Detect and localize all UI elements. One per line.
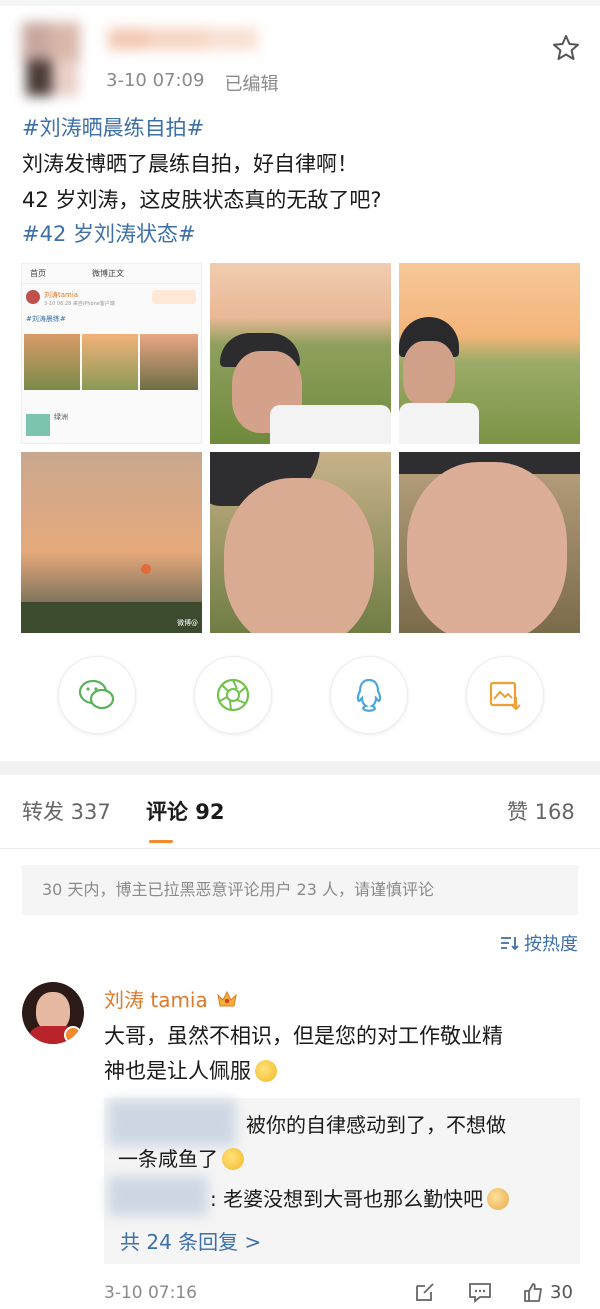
thumb-place: 绿洲: [54, 413, 68, 421]
doge-emoji-icon: [487, 1188, 510, 1210]
thumb-tab: 微博正文: [92, 269, 124, 278]
post-text-line: 42 岁刘涛，这皮肤状态真的无敌了吧?: [22, 188, 382, 212]
star-icon[interactable]: [552, 34, 580, 62]
thumb-tab: 首页: [30, 269, 46, 278]
post-meta: 3-10 07:09 已编辑: [106, 70, 278, 96]
post-image[interactable]: [210, 452, 391, 633]
verified-badge-icon: [64, 1026, 82, 1044]
comment-text-line: 神也是让人佩服: [104, 1059, 251, 1083]
reply-user-blurred: [108, 1100, 236, 1146]
post-image[interactable]: [399, 263, 580, 444]
edit-icon: [416, 1283, 434, 1301]
comment-icon: [469, 1283, 491, 1303]
hashtag-topic[interactable]: #刘涛晒晨练自拍#: [22, 110, 204, 146]
save-image-button[interactable]: [466, 656, 544, 734]
reply-text: : 老婆没想到大哥也那么勤快吧: [210, 1187, 484, 1211]
thumb-user: 刘涛tamia: [44, 291, 79, 299]
sort-button[interactable]: 按热度: [500, 930, 578, 956]
post-time: 3-10 07:09: [106, 70, 205, 91]
author-avatar[interactable]: [22, 22, 80, 100]
wechat-icon: [78, 679, 115, 710]
reply-user-blurred: [108, 1176, 208, 1216]
post-image[interactable]: 微博@: [21, 452, 202, 633]
commenter-avatar[interactable]: [22, 982, 84, 1044]
share-wechat-button[interactable]: [58, 656, 136, 734]
reply-text-row: : 老婆没想到大哥也那么勤快吧: [210, 1183, 510, 1215]
tab-repost[interactable]: 转发 337: [22, 796, 111, 826]
sort-label: 按热度: [524, 934, 578, 955]
commenter-name[interactable]: 刘涛 tamia: [104, 984, 238, 1013]
post-text-line: 刘涛发博晒了晨练自拍，好自律啊！: [22, 152, 358, 176]
comment-notice: 30 天内，博主已拉黑恶意评论用户 23 人，请谨慎评论: [22, 865, 578, 915]
smile-emoji-icon: [255, 1060, 277, 1082]
sort-icon: [501, 937, 519, 951]
crown-badge-icon: [216, 990, 237, 1006]
reply-text: 被你的自律感动到了，不想做: [246, 1113, 506, 1137]
comment-time: 3-10 07:16: [104, 1283, 197, 1303]
tab-like[interactable]: 赞 168: [507, 796, 575, 826]
like-comment-button[interactable]: 30: [522, 1281, 573, 1303]
tab-comment[interactable]: 评论 92: [146, 796, 225, 826]
reply-text-row: 一条咸鱼了: [118, 1143, 244, 1175]
section-divider: [0, 761, 600, 775]
commenter-name-text: 刘涛 tamia: [104, 988, 208, 1012]
edited-label: 已编辑: [224, 74, 279, 95]
divider: [0, 848, 600, 849]
thumb-place-icon: [26, 414, 50, 436]
view-replies-link[interactable]: 共 24 条回复 >: [120, 1226, 261, 1255]
reply-text: 一条咸鱼了: [118, 1147, 218, 1171]
top-edge: [0, 0, 600, 6]
author-name[interactable]: [108, 24, 258, 56]
qq-icon: [356, 678, 382, 712]
active-tab-indicator: [149, 840, 173, 843]
save-image-icon: [489, 681, 521, 711]
edit-comment-button[interactable]: [414, 1281, 436, 1307]
thumbs-up-icon: [524, 1283, 542, 1302]
like-count: 30: [550, 1281, 573, 1303]
post-image[interactable]: [399, 452, 580, 633]
post-image[interactable]: 首页 微博正文 刘涛tamia 3-10 06:28 来自iPhone客户端 #…: [21, 263, 202, 444]
thumb-avatar: [26, 290, 40, 304]
comment-text-line: 大哥，虽然不相识，但是您的对工作敬业精: [104, 1024, 503, 1048]
post-image[interactable]: [210, 263, 391, 444]
thumb-time: 3-10 06:28 来自iPhone客户端: [44, 301, 115, 307]
comment-text-row: 神也是让人佩服: [104, 1054, 277, 1088]
reply-comment-button[interactable]: [468, 1281, 492, 1307]
moments-icon: [216, 678, 250, 712]
hashtag-topic[interactable]: #42 岁刘涛状态#: [22, 216, 196, 252]
crying-emoji-icon: [222, 1148, 244, 1170]
image-watermark: 微博@: [177, 619, 198, 627]
share-qq-button[interactable]: [330, 656, 408, 734]
share-moments-button[interactable]: [194, 656, 272, 734]
thumb-tag: #刘涛晨练#: [26, 315, 66, 323]
thumb-badge: [152, 290, 196, 304]
